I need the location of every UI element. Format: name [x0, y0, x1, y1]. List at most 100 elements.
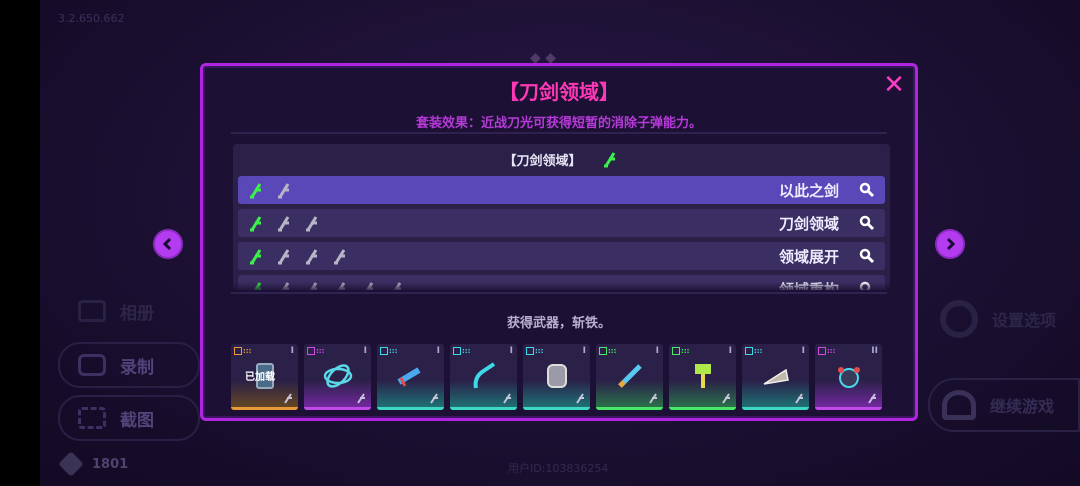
- set-row-name: 以此之剑: [778, 181, 839, 200]
- weapon-type-tag: :::: [745, 347, 767, 357]
- close-button[interactable]: ✕: [881, 72, 907, 98]
- weapon-tier: I: [582, 346, 586, 356]
- sword-mini-icon: [722, 393, 730, 404]
- screenshot-label: 截图: [120, 410, 154, 431]
- loaded-label: 已加载: [245, 372, 275, 383]
- weapon-card[interactable]: ::: I: [669, 344, 736, 410]
- sword-icon: [250, 216, 262, 232]
- weapon-type-tag: :::: [453, 347, 475, 357]
- chevron-right-icon: [946, 237, 956, 251]
- gem-counter: 1801: [58, 451, 129, 477]
- rarity-bar: [450, 407, 517, 410]
- sword-mini-icon: [795, 393, 803, 404]
- sword-icon: [250, 183, 262, 199]
- version-text: 3.2.650.662: [58, 12, 125, 25]
- gem-count: 1801: [92, 456, 129, 472]
- next-set-button[interactable]: [935, 229, 965, 259]
- weapon-card[interactable]: ::: II: [815, 344, 882, 410]
- set-bonus-row[interactable]: 领域展开: [238, 242, 885, 270]
- sword-mini-icon: [284, 393, 292, 404]
- rarity-bar: [596, 407, 663, 410]
- rarity-bar: [377, 407, 444, 410]
- weapon-card[interactable]: ::: I: [596, 344, 663, 410]
- set-details-modal: 【刀剑领域】 ✕ 套装效果：近战刀光可获得短暂的消除子弹能力。 【刀剑领域】 以…: [200, 63, 918, 421]
- search-icon[interactable]: [859, 248, 875, 264]
- sword-mini-icon: [430, 393, 438, 404]
- sword-icon: [306, 249, 318, 265]
- gauntlet-icon: [547, 364, 567, 388]
- weapon-tier: I: [655, 346, 659, 356]
- rarity-bar: [304, 407, 371, 410]
- weapon-type-tag: :::: [599, 347, 621, 357]
- album-button[interactable]: 相册: [58, 288, 200, 334]
- continue-label: 继续游戏: [990, 397, 1055, 416]
- camera-icon: [78, 354, 106, 376]
- weapon-card[interactable]: ::: I: [742, 344, 809, 410]
- hook-icon: [473, 362, 496, 389]
- weapon-tier: I: [801, 346, 805, 356]
- modal-title: 【刀剑领域】: [499, 80, 619, 104]
- sword-icon: [306, 216, 318, 232]
- set-row-icons: [246, 247, 350, 265]
- weapon-card[interactable]: ::: I 已加载: [231, 344, 298, 410]
- set-bonus-row[interactable]: 刀剑领域: [238, 209, 885, 237]
- continue-icon: [942, 390, 976, 420]
- continue-game-button[interactable]: 继续游戏: [928, 378, 1080, 432]
- set-bonus-header-label: 【刀剑领域】: [503, 153, 582, 169]
- set-row-name: 领域展开: [778, 247, 839, 266]
- sword-icon: [334, 249, 346, 265]
- hammer-icon: [695, 364, 711, 388]
- weapon-tier: I: [436, 346, 440, 356]
- weapon-type-tag: :::: [526, 347, 548, 357]
- sword-mini-icon: [357, 393, 365, 404]
- gear-icon: [940, 300, 978, 338]
- rarity-bar: [669, 407, 736, 410]
- record-label: 录制: [120, 357, 154, 378]
- weapon-card-strip[interactable]: ::: I 已加载::: I::: I::: I::: I::: I::: I::: I::: II: [231, 344, 901, 410]
- set-effect-text: 套装效果：近战刀光可获得短暂的消除子弹能力。: [415, 116, 702, 131]
- sword-icon: [278, 249, 290, 265]
- knife-icon: [618, 364, 642, 388]
- weapon-type-tag: :::: [672, 347, 694, 357]
- weapon-tier: I: [509, 346, 513, 356]
- weapon-card[interactable]: ::: I: [377, 344, 444, 410]
- drill-icon: [763, 368, 789, 385]
- rarity-bar: [231, 407, 298, 410]
- weapon-type-tag: :::: [307, 347, 329, 357]
- divider: [231, 132, 887, 134]
- set-bonus-row[interactable]: 以此之剑: [238, 176, 885, 204]
- search-icon[interactable]: [859, 182, 875, 198]
- panel-scroll-fade: [233, 282, 890, 292]
- search-icon[interactable]: [859, 215, 875, 231]
- gem-icon: [58, 451, 84, 477]
- settings-button[interactable]: 设置选项: [940, 300, 1056, 338]
- rarity-bar: [523, 407, 590, 410]
- weapon-tier: I: [728, 346, 732, 356]
- set-bonus-header: 【刀剑领域】: [233, 144, 890, 174]
- weapon-card[interactable]: ::: I: [523, 344, 590, 410]
- sword-mini-icon: [649, 393, 657, 404]
- weapon-card[interactable]: ::: I: [304, 344, 371, 410]
- weapon-type-tag: :::: [818, 347, 840, 357]
- weapon-type-tag: :::: [234, 347, 256, 357]
- sword-icon: [278, 216, 290, 232]
- set-row-icons: [246, 181, 294, 199]
- record-button[interactable]: 录制: [58, 342, 200, 388]
- weapon-tier: II: [871, 346, 878, 356]
- crab-icon: [838, 367, 860, 388]
- rarity-bar: [742, 407, 809, 410]
- sword-mini-icon: [868, 393, 876, 404]
- sword-green-icon: [603, 152, 615, 168]
- chevron-left-icon: [162, 237, 172, 251]
- prev-set-button[interactable]: [153, 229, 183, 259]
- orbit-icon: [323, 364, 353, 388]
- divider: [231, 292, 887, 294]
- set-row-icons: [246, 214, 322, 232]
- settings-label: 设置选项: [992, 311, 1057, 330]
- weapon-tier: I: [363, 346, 367, 356]
- album-label: 相册: [120, 303, 154, 324]
- screenshot-button[interactable]: 截图: [58, 395, 200, 441]
- weapon-card[interactable]: ::: I: [450, 344, 517, 410]
- set-row-name: 刀剑领域: [778, 214, 839, 233]
- acquired-weapon-text: 获得武器，斩铁。: [506, 316, 611, 331]
